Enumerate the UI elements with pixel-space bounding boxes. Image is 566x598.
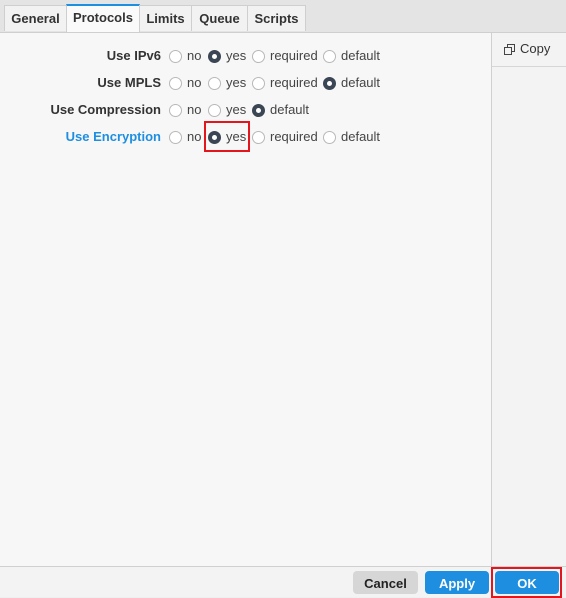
row-label: Use Encryption <box>65 129 161 144</box>
row-use-encryption: Use Encryption no yes required default <box>0 127 491 147</box>
copy-icon <box>504 44 515 55</box>
radio-dot[interactable] <box>252 49 265 63</box>
radio-dot[interactable] <box>169 49 182 63</box>
cancel-button[interactable]: Cancel <box>353 571 418 594</box>
dialog-footer: Cancel Apply OK <box>0 566 566 598</box>
side-panel: Copy <box>491 33 566 566</box>
divider <box>492 66 566 67</box>
radio-ipv6-required[interactable]: required <box>252 46 318 66</box>
tab-protocols[interactable]: Protocols <box>66 4 140 32</box>
radio-dot[interactable] <box>208 49 221 63</box>
row-use-ipv6: Use IPv6 no yes required default <box>0 46 491 66</box>
radio-dot[interactable] <box>169 103 182 117</box>
ok-button[interactable]: OK <box>495 571 559 594</box>
radio-dot[interactable] <box>169 76 182 90</box>
tab-general[interactable]: General <box>4 5 67 31</box>
radio-ipv6-no[interactable]: no <box>169 46 201 66</box>
radio-dot[interactable] <box>252 130 265 144</box>
tab-bar: General Protocols Limits Queue Scripts <box>0 0 566 33</box>
radio-dot[interactable] <box>208 76 221 90</box>
row-label: Use MPLS <box>97 75 161 90</box>
copy-button[interactable]: Copy <box>504 39 550 59</box>
radio-dot[interactable] <box>208 130 221 144</box>
radio-dot[interactable] <box>323 49 336 63</box>
tab-limits[interactable]: Limits <box>139 5 192 31</box>
apply-button[interactable]: Apply <box>425 571 489 594</box>
radio-mpls-no[interactable]: no <box>169 73 201 93</box>
radio-mpls-yes[interactable]: yes <box>208 73 246 93</box>
radio-compression-yes[interactable]: yes <box>208 100 246 120</box>
radio-encryption-no[interactable]: no <box>169 127 201 147</box>
copy-label: Copy <box>520 41 551 56</box>
radio-dot[interactable] <box>169 130 182 144</box>
radio-mpls-default[interactable]: default <box>323 73 380 93</box>
row-use-mpls: Use MPLS no yes required default <box>0 73 491 93</box>
protocols-form: Use IPv6 no yes required default Use MPL… <box>0 33 491 566</box>
row-label: Use Compression <box>50 102 161 117</box>
radio-ipv6-default[interactable]: default <box>323 46 380 66</box>
radio-mpls-required[interactable]: required <box>252 73 318 93</box>
radio-ipv6-yes[interactable]: yes <box>208 46 246 66</box>
radio-dot[interactable] <box>252 103 265 117</box>
row-use-compression: Use Compression no yes default <box>0 100 491 120</box>
radio-dot[interactable] <box>208 103 221 117</box>
tab-queue[interactable]: Queue <box>191 5 248 31</box>
row-label: Use IPv6 <box>106 48 161 63</box>
radio-encryption-yes[interactable]: yes <box>208 127 246 147</box>
radio-compression-default[interactable]: default <box>252 100 309 120</box>
radio-dot[interactable] <box>252 76 265 90</box>
radio-encryption-required[interactable]: required <box>252 127 318 147</box>
radio-encryption-default[interactable]: default <box>323 127 380 147</box>
radio-dot[interactable] <box>323 76 336 90</box>
radio-dot[interactable] <box>323 130 336 144</box>
tab-scripts[interactable]: Scripts <box>247 5 306 31</box>
radio-compression-no[interactable]: no <box>169 100 201 120</box>
